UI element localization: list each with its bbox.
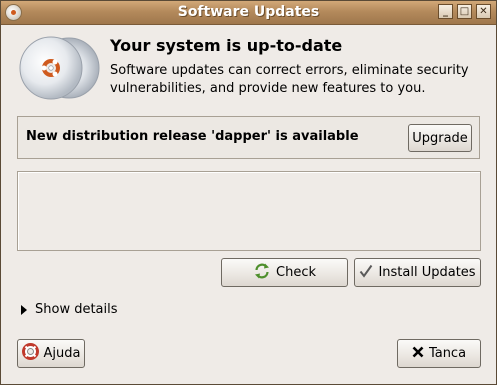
ubuntu-cd-icon (17, 28, 101, 108)
lifebuoy-icon (21, 343, 39, 364)
close-label: Tanca (428, 346, 467, 361)
upgrade-label: Upgrade (412, 130, 468, 146)
status-description: Software updates can correct errors, eli… (110, 63, 469, 96)
close-button[interactable]: Tanca (397, 339, 481, 368)
install-label: Install Updates (378, 265, 476, 280)
refresh-icon (253, 262, 271, 284)
upgrade-button[interactable]: Upgrade (408, 124, 472, 152)
show-details-label: Show details (35, 302, 118, 317)
close-x-icon (412, 346, 424, 362)
check-button[interactable]: Check (221, 258, 348, 287)
software-updates-window: Software Updates _ □ ✕ Your system is up… (0, 0, 497, 385)
show-details-expander[interactable]: Show details (21, 302, 118, 317)
minimize-button[interactable]: _ (438, 4, 453, 19)
help-button[interactable]: Ajuda (17, 339, 85, 368)
help-label: Ajuda (43, 346, 81, 361)
window-title: Software Updates (177, 4, 320, 20)
expander-arrow-icon (21, 304, 27, 315)
title-bar[interactable]: Software Updates _ □ ✕ (1, 1, 496, 25)
status-heading: Your system is up-to-date (110, 36, 343, 55)
maximize-button[interactable]: □ (457, 4, 472, 19)
checkmark-icon (359, 264, 373, 282)
updates-list[interactable] (17, 171, 481, 251)
check-label: Check (276, 265, 316, 280)
close-window-button[interactable]: ✕ (476, 4, 491, 19)
install-updates-button[interactable]: Install Updates (354, 258, 481, 287)
release-notice: New distribution release 'dapper' is ava… (17, 116, 480, 159)
release-message: New distribution release 'dapper' is ava… (26, 129, 359, 144)
